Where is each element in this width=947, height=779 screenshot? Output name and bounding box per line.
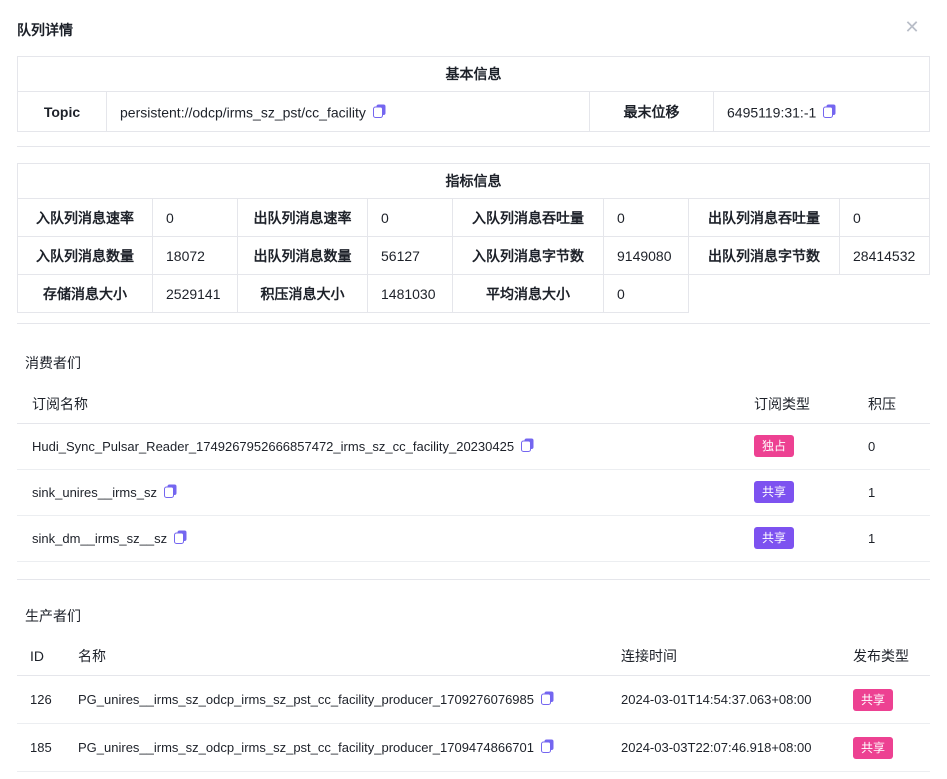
metric-value: 18072	[153, 237, 238, 275]
column-header-backlog: 积压	[868, 385, 930, 423]
subscription-name: sink_dm__irms_sz__sz	[32, 531, 167, 546]
column-header-id: ID	[17, 638, 78, 676]
producer-name-cell: PG_unires__irms_sz_odcp_irms_sz_pst_cc_f…	[78, 676, 621, 724]
connect-time-cell: 2024-03-03T22:07:46.918+08:00	[621, 724, 853, 772]
subscription-type-badge: 独占	[754, 435, 794, 457]
metric-value: 1481030	[368, 275, 453, 313]
backlog-cell: 0	[868, 423, 930, 469]
metric-label: 入队列消息字节数	[453, 237, 604, 275]
producers-table: ID 名称 连接时间 发布类型 126 PG_unires__irms_sz_o…	[17, 638, 930, 773]
table-row: sink_unires__irms_sz 共享 1	[17, 469, 930, 515]
topic-value: persistent://odcp/irms_sz_pst/cc_facilit…	[120, 104, 366, 120]
backlog-cell: 1	[868, 469, 930, 515]
producer-id-cell: 126	[17, 676, 78, 724]
metric-label: 入队列消息速率	[18, 199, 153, 237]
section-divider	[17, 579, 930, 580]
subscription-type-badge: 共享	[754, 527, 794, 549]
metrics-table: 指标信息 入队列消息速率 0 出队列消息速率 0 入队列消息吞吐量 0 出队列消…	[17, 163, 930, 313]
table-row: Hudi_Sync_Pulsar_Reader_1749267952666857…	[17, 423, 930, 469]
metric-label: 平均消息大小	[453, 275, 604, 313]
page-title: 队列详情	[17, 22, 73, 38]
producer-name: PG_unires__irms_sz_odcp_irms_sz_pst_cc_f…	[78, 692, 534, 707]
copy-icon[interactable]	[174, 532, 187, 547]
producers-section-title: 生产者们	[17, 606, 930, 626]
publish-type-badge: 共享	[853, 689, 893, 711]
topic-value-cell: persistent://odcp/irms_sz_pst/cc_facilit…	[107, 92, 590, 132]
topic-label: Topic	[18, 92, 107, 132]
table-row: 126 PG_unires__irms_sz_odcp_irms_sz_pst_…	[17, 676, 930, 724]
publish-type-cell: 共享	[853, 724, 930, 772]
metric-label: 出队列消息吞吐量	[689, 199, 840, 237]
table-row: 185 PG_unires__irms_sz_odcp_irms_sz_pst_…	[17, 724, 930, 772]
metric-label: 积压消息大小	[238, 275, 368, 313]
publish-type-cell: 共享	[853, 676, 930, 724]
copy-icon[interactable]	[521, 440, 534, 455]
metric-value: 0	[368, 199, 453, 237]
subscription-name: Hudi_Sync_Pulsar_Reader_1749267952666857…	[32, 439, 514, 454]
connect-time-cell: 2024-03-01T14:54:37.063+08:00	[621, 676, 853, 724]
producer-id-cell: 185	[17, 724, 78, 772]
subscription-type-cell: 共享	[754, 469, 868, 515]
copy-icon[interactable]	[541, 693, 554, 708]
producer-name-cell: PG_unires__irms_sz_odcp_irms_sz_pst_cc_f…	[78, 724, 621, 772]
metric-label: 存储消息大小	[18, 275, 153, 313]
metric-label: 出队列消息数量	[238, 237, 368, 275]
subscription-name-cell: Hudi_Sync_Pulsar_Reader_1749267952666857…	[17, 423, 754, 469]
column-header-name: 名称	[78, 638, 621, 676]
column-header-connect-time: 连接时间	[621, 638, 853, 676]
offset-value: 6495119:31:-1	[727, 104, 816, 120]
column-header-subscription-type: 订阅类型	[754, 385, 868, 423]
metric-value: 0	[840, 199, 930, 237]
subscription-type-cell: 共享	[754, 515, 868, 561]
producer-name: PG_unires__irms_sz_odcp_irms_sz_pst_cc_f…	[78, 740, 534, 755]
backlog-cell: 1	[868, 515, 930, 561]
section-divider	[17, 323, 930, 324]
subscription-type-badge: 共享	[754, 481, 794, 503]
section-divider	[17, 146, 930, 147]
metric-label: 入队列消息数量	[18, 237, 153, 275]
publish-type-badge: 共享	[853, 737, 893, 759]
copy-icon[interactable]	[541, 741, 554, 756]
producers-section: 生产者们 ID 名称 连接时间 发布类型 126 PG_unires__irms…	[17, 606, 930, 773]
metric-label: 出队列消息字节数	[689, 237, 840, 275]
metrics-section-header: 指标信息	[18, 164, 930, 199]
copy-icon[interactable]	[164, 486, 177, 501]
subscription-name-cell: sink_unires__irms_sz	[17, 469, 754, 515]
metric-value: 0	[153, 199, 238, 237]
queue-detail-panel: 队列详情 ✕ 基本信息 Topic persistent://odcp/irms…	[0, 0, 947, 772]
column-header-publish-type: 发布类型	[853, 638, 930, 676]
subscription-name-cell: sink_dm__irms_sz__sz	[17, 515, 754, 561]
empty-cell	[689, 275, 930, 313]
consumers-table: 订阅名称 订阅类型 积压 Hudi_Sync_Pulsar_Reader_174…	[17, 385, 930, 562]
column-header-subscription-name: 订阅名称	[17, 385, 754, 423]
metric-value: 0	[604, 199, 689, 237]
subscription-name: sink_unires__irms_sz	[32, 485, 157, 500]
copy-icon[interactable]	[373, 105, 386, 121]
metric-value: 56127	[368, 237, 453, 275]
basic-info-section-header: 基本信息	[18, 57, 930, 92]
consumers-section-title: 消费者们	[17, 353, 930, 373]
consumers-section: 消费者们 订阅名称 订阅类型 积压 Hudi_Sync_Pulsar_Reade…	[17, 353, 930, 562]
basic-info-table: 基本信息 Topic persistent://odcp/irms_sz_pst…	[17, 56, 930, 132]
offset-value-cell: 6495119:31:-1	[714, 92, 930, 132]
metric-value: 28414532	[840, 237, 930, 275]
metric-value: 2529141	[153, 275, 238, 313]
subscription-type-cell: 独占	[754, 423, 868, 469]
copy-icon[interactable]	[823, 105, 836, 121]
table-row: sink_dm__irms_sz__sz 共享 1	[17, 515, 930, 561]
close-icon[interactable]: ✕	[900, 16, 924, 40]
metric-label: 出队列消息速率	[238, 199, 368, 237]
panel-header: 队列详情 ✕	[17, 0, 930, 40]
metric-value: 0	[604, 275, 689, 313]
offset-label: 最末位移	[590, 92, 714, 132]
metric-label: 入队列消息吞吐量	[453, 199, 604, 237]
metric-value: 9149080	[604, 237, 689, 275]
